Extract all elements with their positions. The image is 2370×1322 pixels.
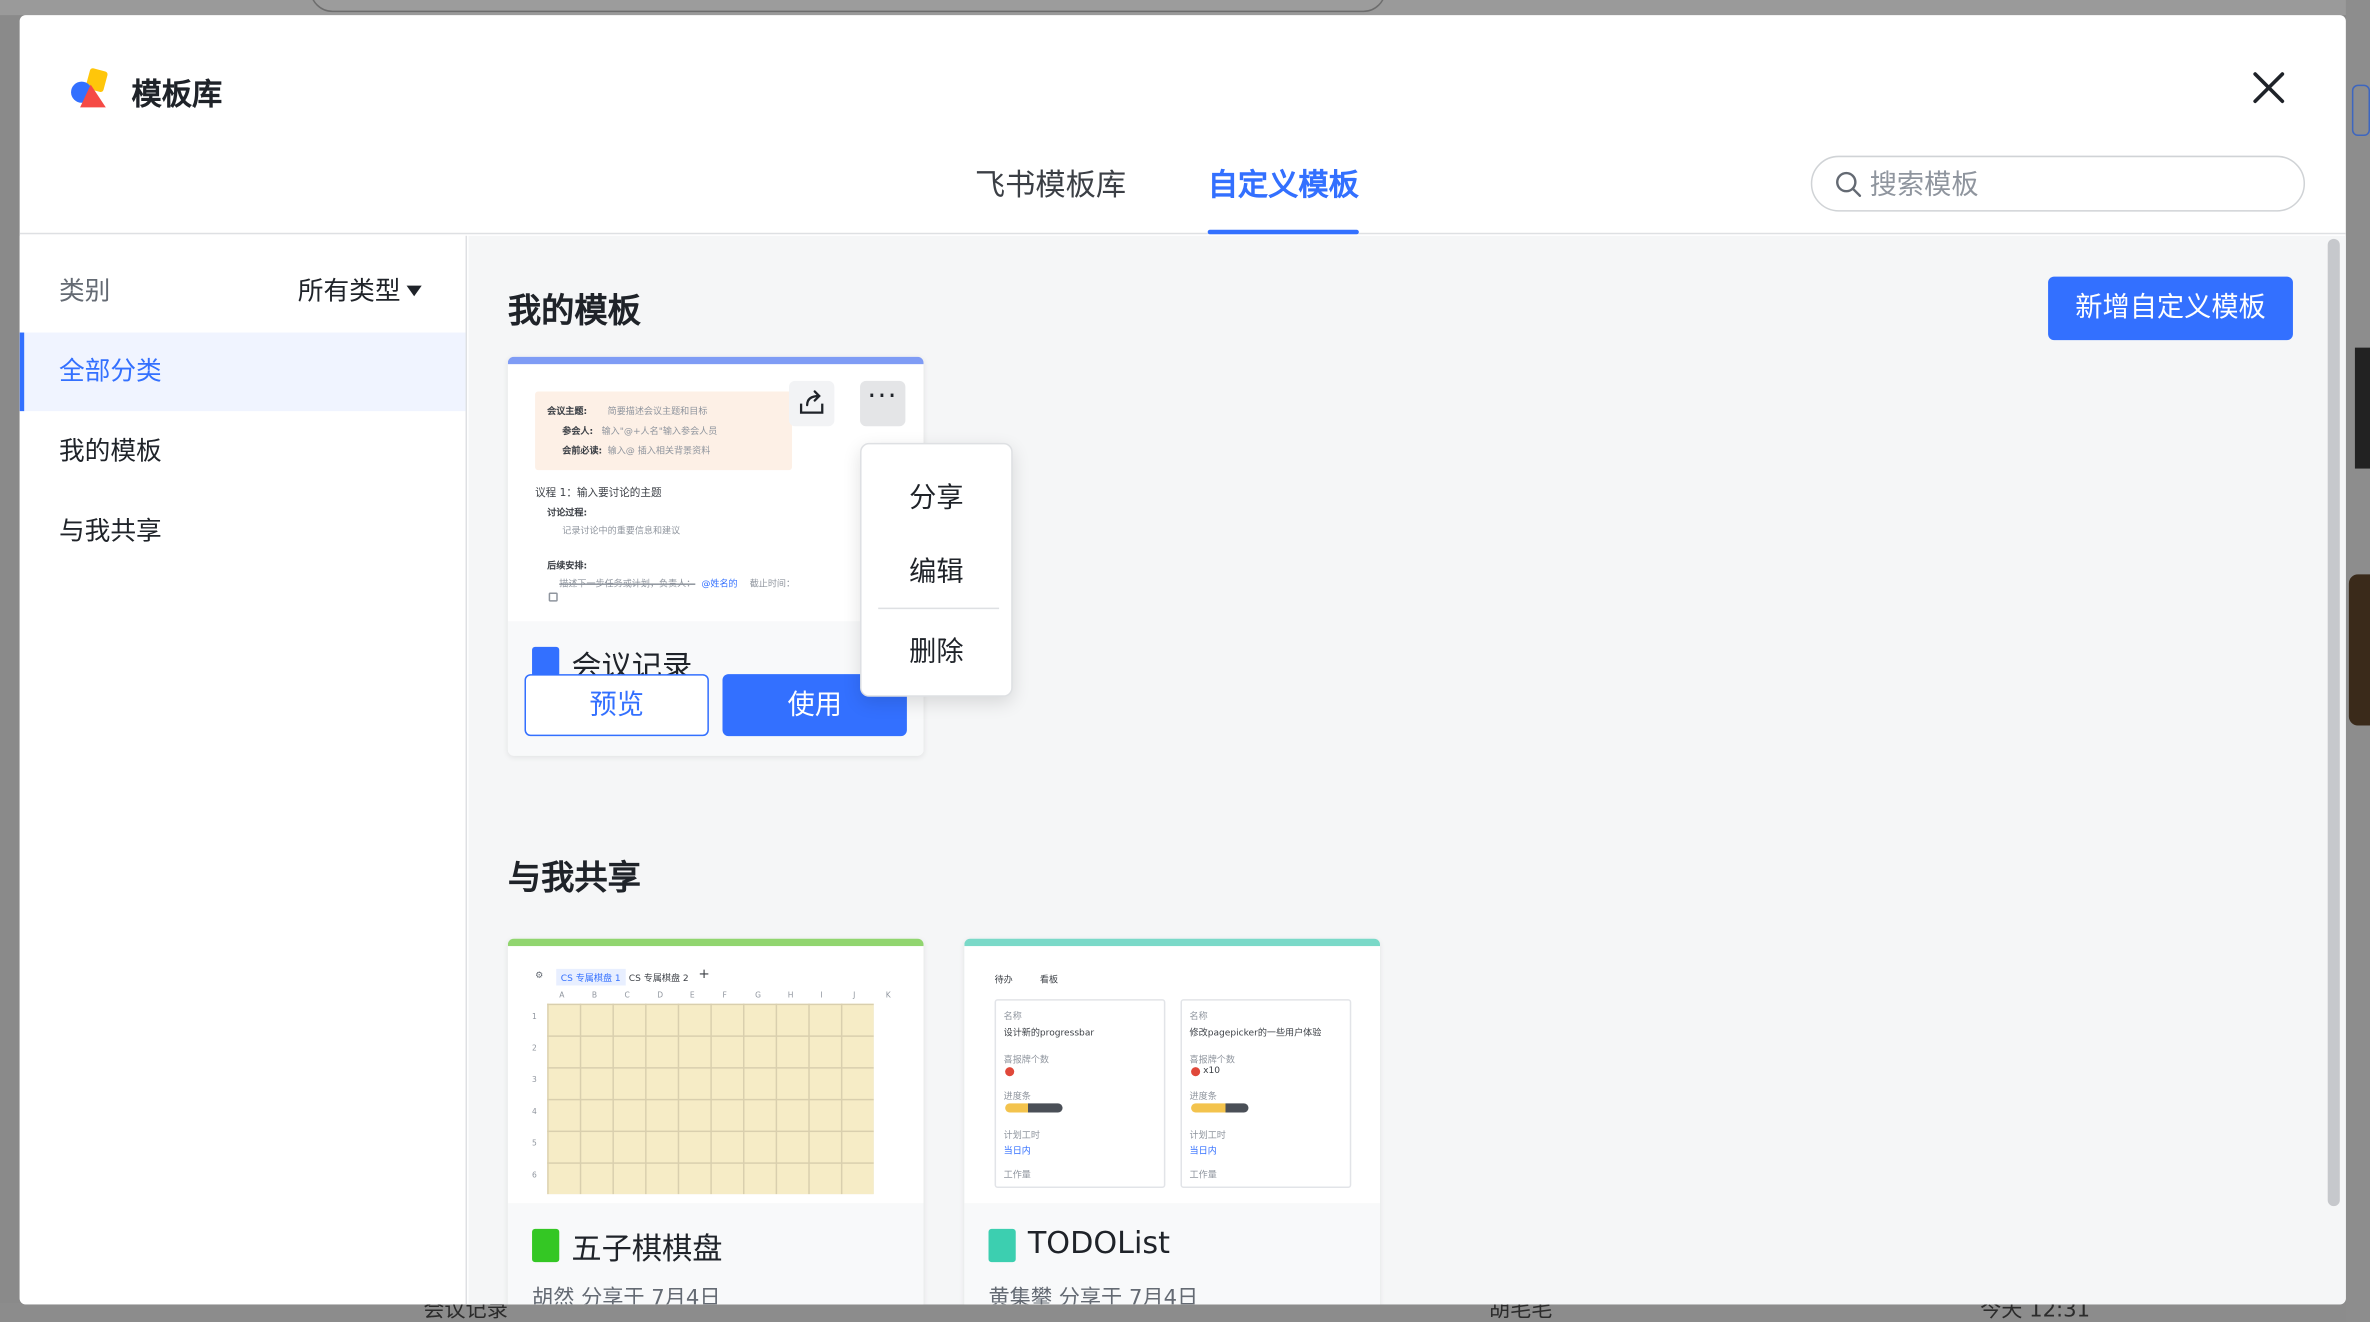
thumb-row-header: 1 — [532, 1012, 537, 1022]
thumb-column-header: I — [820, 991, 823, 1001]
thumb-column-header: K — [885, 991, 891, 1001]
thumb-column-header: G — [755, 991, 761, 1001]
thumb-header: 看板 — [1039, 974, 1059, 986]
menu-item-delete[interactable]: 删除 — [862, 630, 1012, 669]
thumb-line: @姓名的 — [701, 578, 738, 590]
thumb-line: 会前必读: — [562, 445, 603, 457]
template-search-input[interactable] — [1869, 166, 2278, 203]
sheet-icon — [532, 1228, 560, 1263]
card-footer: 五子棋棋盘 胡然 分享于 7月4日 — [507, 1203, 924, 1305]
thumb-row-header: 4 — [532, 1107, 537, 1117]
category-sidebar: 类别 所有类型 全部分类 我的模板 与我共享 — [19, 235, 468, 1305]
card-thumbnail: ⚙ CS 专属棋盘 1 CS 专属棋盘 2 + ABCDEFGHIJK 1234… — [507, 946, 924, 1204]
thumb-field: 当日内 — [1189, 1145, 1217, 1157]
thumb-line: 描述下一步任务或计划，负责人： — [559, 578, 696, 590]
thumb-column-header: H — [787, 991, 794, 1001]
template-content-area: 我的模板 新增自定义模板 会议主题: 简要描述会议主题和目标 参会人: 输入"@… — [468, 235, 2346, 1305]
card-template-name: TODOList — [1027, 1224, 1170, 1261]
search-icon — [1836, 171, 1862, 197]
menu-item-edit[interactable]: 编辑 — [862, 550, 1012, 589]
menu-item-share[interactable]: 分享 — [862, 476, 1012, 515]
thumb-field: 当日内 — [1003, 1145, 1031, 1157]
share-icon — [799, 390, 824, 414]
card-footer: TODOList 黄集攀 分享于 7月4日 — [964, 1203, 1380, 1305]
backdrop-search-bar — [309, 0, 1387, 13]
thumb-title: 设计新的progressbar — [1003, 1027, 1095, 1039]
menu-divider — [878, 607, 1000, 610]
thumb-sheet-tab: CS 专属棋盘 2 — [628, 973, 689, 984]
preview-button[interactable]: 预览 — [524, 674, 709, 737]
card-shared-meta: 黄集攀 分享于 7月4日 — [988, 1286, 1199, 1305]
close-icon[interactable] — [2248, 67, 2290, 109]
thumb-line: 输入@ 插入相关背景资料 — [607, 445, 711, 457]
thumb-column-header: D — [657, 991, 664, 1001]
thumb-line: 参会人: — [562, 426, 594, 437]
thumb-field: 进度条 — [1189, 1091, 1217, 1102]
thumb-column-header: J — [853, 991, 856, 1001]
sidebar-item-shared-with-me[interactable]: 与我共享 — [20, 493, 466, 572]
template-library-dialog: 模板库 飞书模板库 自定义模板 类别 所有类型 全部分类 我的模板 — [19, 15, 2346, 1305]
thumb-row-header: 5 — [532, 1139, 537, 1149]
thumb-header: 待办 — [994, 974, 1013, 986]
thumb-column-header: F — [722, 991, 727, 1001]
section-title-shared: 与我共享 — [507, 860, 641, 898]
thumb-column-header: E — [689, 991, 695, 1001]
thumb-line: 议程 1：输入要讨论的主题 — [535, 486, 662, 499]
thumb-row-header: 3 — [532, 1076, 537, 1086]
thumb-title: 修改pagepicker的一些用户体验 — [1189, 1027, 1322, 1039]
sidebar-item-my-templates[interactable]: 我的模板 — [20, 413, 466, 492]
type-filter-label: 所有类型 — [297, 276, 401, 307]
thumb-field: 计划工时 — [1003, 1130, 1040, 1142]
thumb-line: 截止时间： — [749, 578, 796, 590]
thumb-field: 计划工时 — [1189, 1130, 1226, 1142]
tab-custom-templates[interactable]: 自定义模板 — [1207, 160, 1359, 235]
card-color-bar — [507, 938, 924, 947]
thumb-line: 讨论过程: — [547, 507, 588, 519]
thumb-field: 工作量 — [1189, 1169, 1217, 1181]
template-library-logo-icon — [71, 68, 108, 108]
thumb-row-header: 6 — [532, 1171, 537, 1181]
doc-icon — [988, 1228, 1016, 1263]
dialog-title: 模板库 — [131, 75, 223, 112]
backdrop-right-edge — [2345, 0, 2370, 1322]
thumb-line: 会议主题: — [547, 406, 588, 418]
section-title-my-templates: 我的模板 — [507, 293, 641, 332]
thumb-sheet-tab: CS 专属棋盘 1 — [556, 968, 626, 986]
template-card-todolist[interactable]: 待办 看板 名称 设计新的progressbar 喜报牌个数 进度条 计划工时 … — [964, 938, 1380, 1305]
tab-feishu-templates[interactable]: 飞书模板库 — [975, 160, 1126, 234]
add-custom-template-button[interactable]: 新增自定义模板 — [2048, 276, 2293, 341]
thumb-field: 进度条 — [1003, 1091, 1031, 1102]
thumb-line: 简要描述会议主题和目标 — [607, 406, 708, 418]
thumb-line: 后续安排: — [547, 560, 588, 572]
card-context-menu: 分享 编辑 删除 — [860, 442, 1013, 697]
thumb-column-header: A — [559, 991, 565, 1001]
dialog-header: 模板库 飞书模板库 自定义模板 — [19, 15, 2346, 235]
thumb-row-header: 2 — [532, 1044, 537, 1054]
thumb-column-header: B — [591, 991, 598, 1001]
card-color-bar — [507, 356, 924, 365]
thumb-column-header: C — [624, 991, 630, 1001]
card-thumbnail: 待办 看板 名称 设计新的progressbar 喜报牌个数 进度条 计划工时 … — [964, 946, 1380, 1204]
share-card-button[interactable] — [789, 380, 835, 427]
type-filter-dropdown[interactable]: 所有类型 — [298, 269, 422, 307]
template-card-gomoku[interactable]: ⚙ CS 专属棋盘 1 CS 专属棋盘 2 + ABCDEFGHIJK 1234… — [507, 938, 924, 1305]
more-options-icon[interactable]: ··· — [860, 380, 906, 427]
thumb-line: 记录讨论中的重要信息和建议 — [562, 526, 681, 537]
template-search-box[interactable] — [1810, 155, 2306, 212]
thumb-field: 工作量 — [1003, 1169, 1031, 1181]
caret-down-icon — [406, 285, 422, 297]
thumb-field: x10 — [1203, 1065, 1221, 1077]
card-color-bar — [964, 938, 1380, 947]
thumb-field: 喜报牌个数 — [1189, 1055, 1235, 1066]
backdrop-file-row: 会议记录 胡毛毛 今天 12:31 — [0, 1298, 2370, 1322]
sidebar-item-all[interactable]: 全部分类 — [19, 332, 466, 412]
card-template-name: 五子棋棋盘 — [571, 1230, 723, 1267]
thumb-field: 喜报牌个数 — [1003, 1055, 1050, 1066]
category-header: 类别 — [58, 276, 111, 307]
card-shared-meta: 胡然 分享于 7月4日 — [532, 1286, 721, 1305]
thumb-tag: 名称 — [1189, 1011, 1208, 1022]
content-scrollbar[interactable] — [2327, 238, 2340, 1207]
thumb-line: 输入"@+人名"输入参会人员 — [601, 426, 718, 437]
thumb-tag: 名称 — [1003, 1011, 1022, 1022]
